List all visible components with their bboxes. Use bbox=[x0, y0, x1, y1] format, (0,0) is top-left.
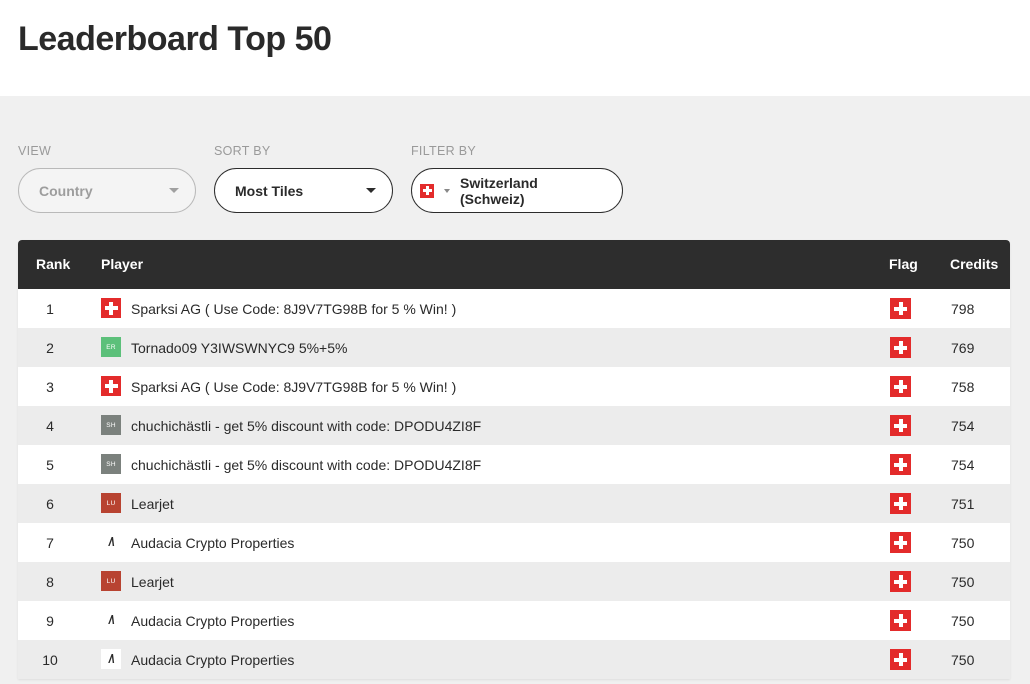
table-row[interactable]: 7 /\ Audacia Crypto Properties 750 bbox=[18, 523, 1010, 562]
row-credits: 758 bbox=[951, 379, 975, 395]
player-name[interactable]: Learjet bbox=[131, 496, 174, 512]
swiss-flag-icon bbox=[890, 532, 911, 553]
player-avatar: SH bbox=[101, 454, 121, 474]
header-credits: Credits bbox=[950, 256, 999, 272]
table-row[interactable]: 3 Sparksi AG ( Use Code: 8J9V7TG98B for 5… bbox=[18, 367, 1010, 406]
sort-select[interactable]: Most Tiles bbox=[214, 168, 393, 213]
row-rank: 10 bbox=[42, 652, 58, 668]
row-credits: 750 bbox=[951, 535, 975, 551]
player-name[interactable]: Learjet bbox=[131, 574, 174, 590]
chevron-down-icon bbox=[366, 188, 376, 193]
swiss-flag-icon bbox=[101, 376, 121, 396]
table-header: Rank Player Flag Credits bbox=[18, 240, 1010, 289]
swiss-flag-icon bbox=[890, 376, 911, 397]
filter-select-value: Switzerland (Schweiz) bbox=[460, 174, 538, 207]
row-rank: 9 bbox=[46, 613, 54, 629]
logo-icon: /\ bbox=[108, 535, 115, 549]
player-name[interactable]: Tornado09 Y3IWSWNYC9 5%+5% bbox=[131, 340, 347, 356]
logo-icon: /\ bbox=[101, 649, 121, 669]
player-avatar: ER bbox=[101, 337, 121, 357]
player-name[interactable]: Sparksi AG ( Use Code: 8J9V7TG98B for 5 … bbox=[131, 301, 456, 317]
row-credits: 750 bbox=[951, 613, 975, 629]
table-row[interactable]: 10 /\ Audacia Crypto Properties 750 bbox=[18, 640, 1010, 679]
swiss-flag-icon bbox=[890, 298, 911, 319]
player-name[interactable]: Sparksi AG ( Use Code: 8J9V7TG98B for 5 … bbox=[131, 379, 456, 395]
row-rank: 1 bbox=[46, 301, 54, 317]
swiss-flag-icon bbox=[890, 493, 911, 514]
player-name[interactable]: Audacia Crypto Properties bbox=[131, 652, 294, 668]
header-rank: Rank bbox=[36, 256, 71, 272]
controls-bar: VIEW Country SORT BY Most Tiles FILTER B… bbox=[0, 96, 1030, 240]
view-control: VIEW Country bbox=[18, 144, 196, 213]
player-avatar bbox=[101, 376, 121, 396]
player-name[interactable]: chuchichästli - get 5% discount with cod… bbox=[131, 418, 481, 434]
row-credits: 750 bbox=[951, 652, 975, 668]
row-rank: 4 bbox=[46, 418, 54, 434]
swiss-flag-icon bbox=[890, 610, 911, 631]
row-rank: 6 bbox=[46, 496, 54, 512]
swiss-flag-icon bbox=[890, 571, 911, 592]
sort-label: SORT BY bbox=[214, 144, 271, 158]
view-label: VIEW bbox=[18, 144, 52, 158]
view-select-value: Country bbox=[39, 182, 93, 199]
chevron-down-icon bbox=[444, 188, 450, 193]
swiss-flag-icon bbox=[101, 298, 121, 318]
row-credits: 750 bbox=[951, 574, 975, 590]
chevron-down-icon bbox=[169, 188, 179, 193]
swiss-flag-icon bbox=[890, 415, 911, 436]
row-rank: 2 bbox=[46, 340, 54, 356]
table-row[interactable]: 6 LU Learjet 751 bbox=[18, 484, 1010, 523]
row-credits: 769 bbox=[951, 340, 975, 356]
player-name[interactable]: chuchichästli - get 5% discount with cod… bbox=[131, 457, 481, 473]
row-rank: 7 bbox=[46, 535, 54, 551]
page-header: Leaderboard Top 50 bbox=[0, 0, 1030, 96]
filter-control: FILTER BY Switzerland (Schweiz) bbox=[411, 144, 623, 213]
table-row[interactable]: 9 /\ Audacia Crypto Properties 750 bbox=[18, 601, 1010, 640]
logo-icon: /\ bbox=[108, 613, 115, 627]
player-name[interactable]: Audacia Crypto Properties bbox=[131, 613, 294, 629]
table-row[interactable]: 1 Sparksi AG ( Use Code: 8J9V7TG98B for 5… bbox=[18, 289, 1010, 328]
swiss-flag-icon bbox=[890, 337, 911, 358]
table-row[interactable]: 2 ER Tornado09 Y3IWSWNYC9 5%+5% 769 bbox=[18, 328, 1010, 367]
row-rank: 8 bbox=[46, 574, 54, 590]
header-player: Player bbox=[101, 256, 144, 272]
swiss-flag-icon bbox=[890, 649, 911, 670]
row-credits: 754 bbox=[951, 457, 975, 473]
row-credits: 754 bbox=[951, 418, 975, 434]
player-avatar bbox=[101, 298, 121, 318]
filter-select[interactable]: Switzerland (Schweiz) bbox=[411, 168, 623, 213]
swiss-flag-icon bbox=[420, 183, 434, 198]
player-name[interactable]: Audacia Crypto Properties bbox=[131, 535, 294, 551]
swiss-flag-icon bbox=[890, 454, 911, 475]
filter-label: FILTER BY bbox=[411, 144, 476, 158]
header-flag: Flag bbox=[889, 256, 918, 272]
player-avatar: LU bbox=[101, 493, 121, 513]
row-credits: 798 bbox=[951, 301, 975, 317]
row-rank: 5 bbox=[46, 457, 54, 473]
sort-control: SORT BY Most Tiles bbox=[214, 144, 393, 213]
player-avatar: LU bbox=[101, 571, 121, 591]
view-select[interactable]: Country bbox=[18, 168, 196, 213]
row-rank: 3 bbox=[46, 379, 54, 395]
player-avatar: SH bbox=[101, 415, 121, 435]
sort-select-value: Most Tiles bbox=[235, 182, 304, 199]
row-credits: 751 bbox=[951, 496, 975, 512]
page-title: Leaderboard Top 50 bbox=[18, 20, 332, 58]
leaderboard-table: Rank Player Flag Credits 1 Sparksi AG ( U… bbox=[18, 240, 1010, 679]
table-row[interactable]: 8 LU Learjet 750 bbox=[18, 562, 1010, 601]
table-body: 1 Sparksi AG ( Use Code: 8J9V7TG98B for 5… bbox=[18, 289, 1010, 679]
table-row[interactable]: 5 SH chuchichästli - get 5% discount with … bbox=[18, 445, 1010, 484]
table-row[interactable]: 4 SH chuchichästli - get 5% discount with … bbox=[18, 406, 1010, 445]
